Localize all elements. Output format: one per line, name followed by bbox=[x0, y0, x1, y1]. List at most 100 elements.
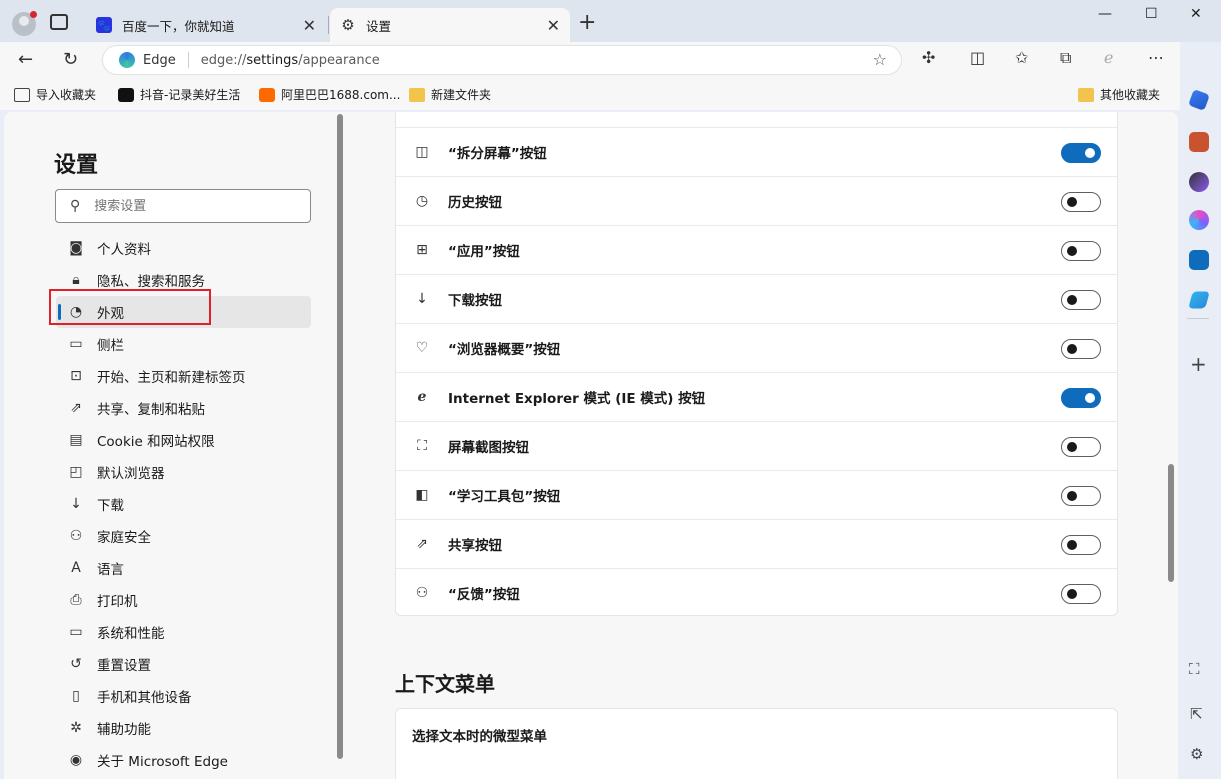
nav-label: 共享、复制和粘贴 bbox=[97, 402, 205, 418]
nav-phone[interactable]: ▯ 手机和其他设备 bbox=[56, 680, 311, 712]
nav-language[interactable]: A 语言 bbox=[56, 552, 311, 584]
content-scroll-thumb[interactable] bbox=[1168, 464, 1174, 582]
nav-share-copy[interactable]: ⇗ 共享、复制和粘贴 bbox=[56, 392, 311, 424]
nav-profile[interactable]: ◙ 个人资料 bbox=[56, 232, 311, 264]
back-button[interactable]: ← bbox=[18, 49, 33, 70]
setting-row-feedback: ⚇ “反馈”按钮 bbox=[396, 568, 1117, 617]
gear-icon: ⚙ bbox=[341, 16, 355, 34]
nav-accessibility[interactable]: ✲ 辅助功能 bbox=[56, 712, 311, 744]
history-toggle[interactable] bbox=[1061, 192, 1101, 212]
close-tab-icon[interactable]: ✕ bbox=[303, 16, 316, 35]
ie-mode-icon[interactable]: ℯ bbox=[1104, 48, 1113, 67]
address-bar[interactable]: Edge edge://settings/appearance ☆ bbox=[102, 45, 902, 75]
setting-row-screenshot: ⛶ 屏幕截图按钮 bbox=[396, 421, 1117, 470]
family-icon: ⚇ bbox=[69, 528, 83, 544]
nav-scroll-thumb[interactable] bbox=[337, 114, 343, 759]
nav-family[interactable]: ⚇ 家庭安全 bbox=[56, 520, 311, 552]
close-tab-icon[interactable]: ✕ bbox=[547, 16, 560, 35]
nav-scrollbar[interactable] bbox=[336, 112, 344, 779]
nav-sidebar[interactable]: ▭ 侧栏 bbox=[56, 328, 311, 360]
sidebar-settings-icon[interactable]: ⚙ bbox=[1190, 745, 1203, 763]
open-external-icon[interactable]: ⇱ bbox=[1190, 705, 1203, 723]
language-icon: A bbox=[71, 560, 81, 576]
tab-settings[interactable]: ⚙ 设置 ✕ bbox=[330, 8, 570, 42]
share-icon: ⇗ bbox=[70, 400, 82, 416]
apps-toggle[interactable] bbox=[1061, 241, 1101, 261]
nav-label: 侧栏 bbox=[97, 338, 124, 354]
tab-actions-icon[interactable] bbox=[50, 14, 68, 30]
nav-printer[interactable]: ⎙ 打印机 bbox=[56, 584, 311, 616]
settings-nav: 设置 ⚲ ◙个人资料 🔒︎隐私、搜索和服务 ◔外观 ▭侧栏 ⊡开始、主页和新建标… bbox=[4, 112, 344, 779]
close-window-button[interactable]: ✕ bbox=[1190, 6, 1202, 22]
toolbox-icon[interactable] bbox=[1189, 132, 1209, 152]
split-screen-icon[interactable]: ◫ bbox=[970, 48, 985, 67]
office-icon[interactable] bbox=[1189, 210, 1209, 230]
learning-toggle[interactable] bbox=[1061, 486, 1101, 506]
nav-downloads[interactable]: ↓ 下载 bbox=[56, 488, 311, 520]
setting-row-history: ◷ 历史按钮 bbox=[396, 176, 1117, 225]
favorites-icon[interactable]: ✩ bbox=[1015, 48, 1028, 67]
games-icon[interactable] bbox=[1189, 172, 1209, 192]
setting-row-ie-mode: e Internet Explorer 模式 (IE 模式) 按钮 bbox=[396, 372, 1117, 421]
new-tab-button[interactable]: + bbox=[578, 10, 596, 35]
nav-label: 手机和其他设备 bbox=[97, 690, 192, 706]
reset-icon: ↺ bbox=[70, 656, 82, 672]
feedback-toggle[interactable] bbox=[1061, 584, 1101, 604]
nav-cookies[interactable]: ▤ Cookie 和网站权限 bbox=[56, 424, 311, 456]
folder-icon bbox=[409, 87, 425, 102]
nav-start-home[interactable]: ⊡ 开始、主页和新建标签页 bbox=[56, 360, 311, 392]
maximize-button[interactable]: ☐ bbox=[1145, 6, 1158, 22]
address-divider bbox=[187, 52, 189, 68]
outlook-icon[interactable] bbox=[1189, 250, 1209, 270]
sidebar-icon: ▭ bbox=[69, 336, 83, 352]
downloads-toggle[interactable] bbox=[1061, 290, 1101, 310]
favorite-label: 新建文件夹 bbox=[431, 88, 492, 102]
essentials-toggle[interactable] bbox=[1061, 339, 1101, 359]
collections-icon[interactable]: ⧉ bbox=[1060, 48, 1071, 68]
content-scrollbar[interactable] bbox=[1166, 112, 1176, 779]
minimize-button[interactable]: — bbox=[1098, 6, 1112, 22]
nav-default-browser[interactable]: ◰ 默认浏览器 bbox=[56, 456, 311, 488]
refresh-button[interactable]: ↻ bbox=[63, 49, 78, 70]
context-menu-card: 选择文本时的微型菜单 bbox=[395, 708, 1118, 779]
screenshot-toggle[interactable] bbox=[1061, 437, 1101, 457]
favorite-douyin[interactable]: 抖音-记录美好生活 bbox=[118, 86, 240, 103]
extensions-icon[interactable]: ✣ bbox=[922, 48, 935, 67]
nav-system[interactable]: ▭ 系统和性能 bbox=[56, 616, 311, 648]
more-menu-icon[interactable]: ⋯ bbox=[1148, 48, 1164, 67]
favorite-star-icon[interactable]: ☆ bbox=[873, 50, 887, 69]
share-icon: ⇗ bbox=[416, 536, 428, 552]
nav-reset[interactable]: ↺ 重置设置 bbox=[56, 648, 311, 680]
feedback-icon: ⚇ bbox=[415, 585, 429, 601]
ie-mode-toggle[interactable] bbox=[1061, 388, 1101, 408]
setting-row-learning: ◧ “学习工具包”按钮 bbox=[396, 470, 1117, 519]
url-prefix: edge:// bbox=[200, 52, 247, 68]
screenshot-icon[interactable]: ⛶ bbox=[1189, 660, 1200, 678]
edge-sidebar bbox=[1180, 42, 1221, 779]
favorite-new-folder[interactable]: 新建文件夹 bbox=[409, 86, 491, 103]
nav-label: 辅助功能 bbox=[97, 722, 151, 738]
sidebar-divider bbox=[1187, 318, 1209, 319]
add-sidebar-app-icon[interactable]: + bbox=[1190, 352, 1207, 376]
nav-label: 隐私、搜索和服务 bbox=[97, 274, 205, 290]
appearance-content: ◫ “拆分屏幕”按钮 ◷ 历史按钮 ⊞ “应用”按钮 ↓ 下载按钮 ♡ “浏览器… bbox=[346, 112, 1178, 779]
nav-label: Cookie 和网站权限 bbox=[97, 434, 215, 450]
favorite-import[interactable]: 导入收藏夹 bbox=[14, 86, 96, 103]
search-input[interactable] bbox=[94, 198, 285, 214]
address-url[interactable]: edge://settings/appearance bbox=[201, 53, 380, 68]
alibaba-icon bbox=[259, 87, 275, 102]
share-toggle[interactable] bbox=[1061, 535, 1101, 555]
apps-icon: ⊞ bbox=[416, 242, 428, 258]
setting-label: “应用”按钮 bbox=[448, 244, 520, 260]
settings-search[interactable]: ⚲ bbox=[55, 189, 311, 223]
favorite-alibaba[interactable]: 阿里巴巴1688.com... bbox=[259, 86, 400, 103]
split-screen-toggle[interactable] bbox=[1061, 143, 1101, 163]
nav-about[interactable]: ◉ 关于 Microsoft Edge bbox=[56, 744, 311, 776]
title-bar: 🐾 百度一下，你就知道 ✕ ⚙ 设置 ✕ + — ☐ ✕ bbox=[0, 0, 1221, 42]
download-icon: ↓ bbox=[70, 496, 82, 512]
favorite-label: 阿里巴巴1688.com... bbox=[281, 88, 401, 102]
favorite-label: 其他收藏夹 bbox=[1100, 88, 1161, 102]
setting-label: “浏览器概要”按钮 bbox=[448, 342, 561, 358]
favorite-other[interactable]: 其他收藏夹 bbox=[1078, 86, 1160, 103]
tab-baidu[interactable]: 🐾 百度一下，你就知道 ✕ bbox=[86, 8, 326, 42]
